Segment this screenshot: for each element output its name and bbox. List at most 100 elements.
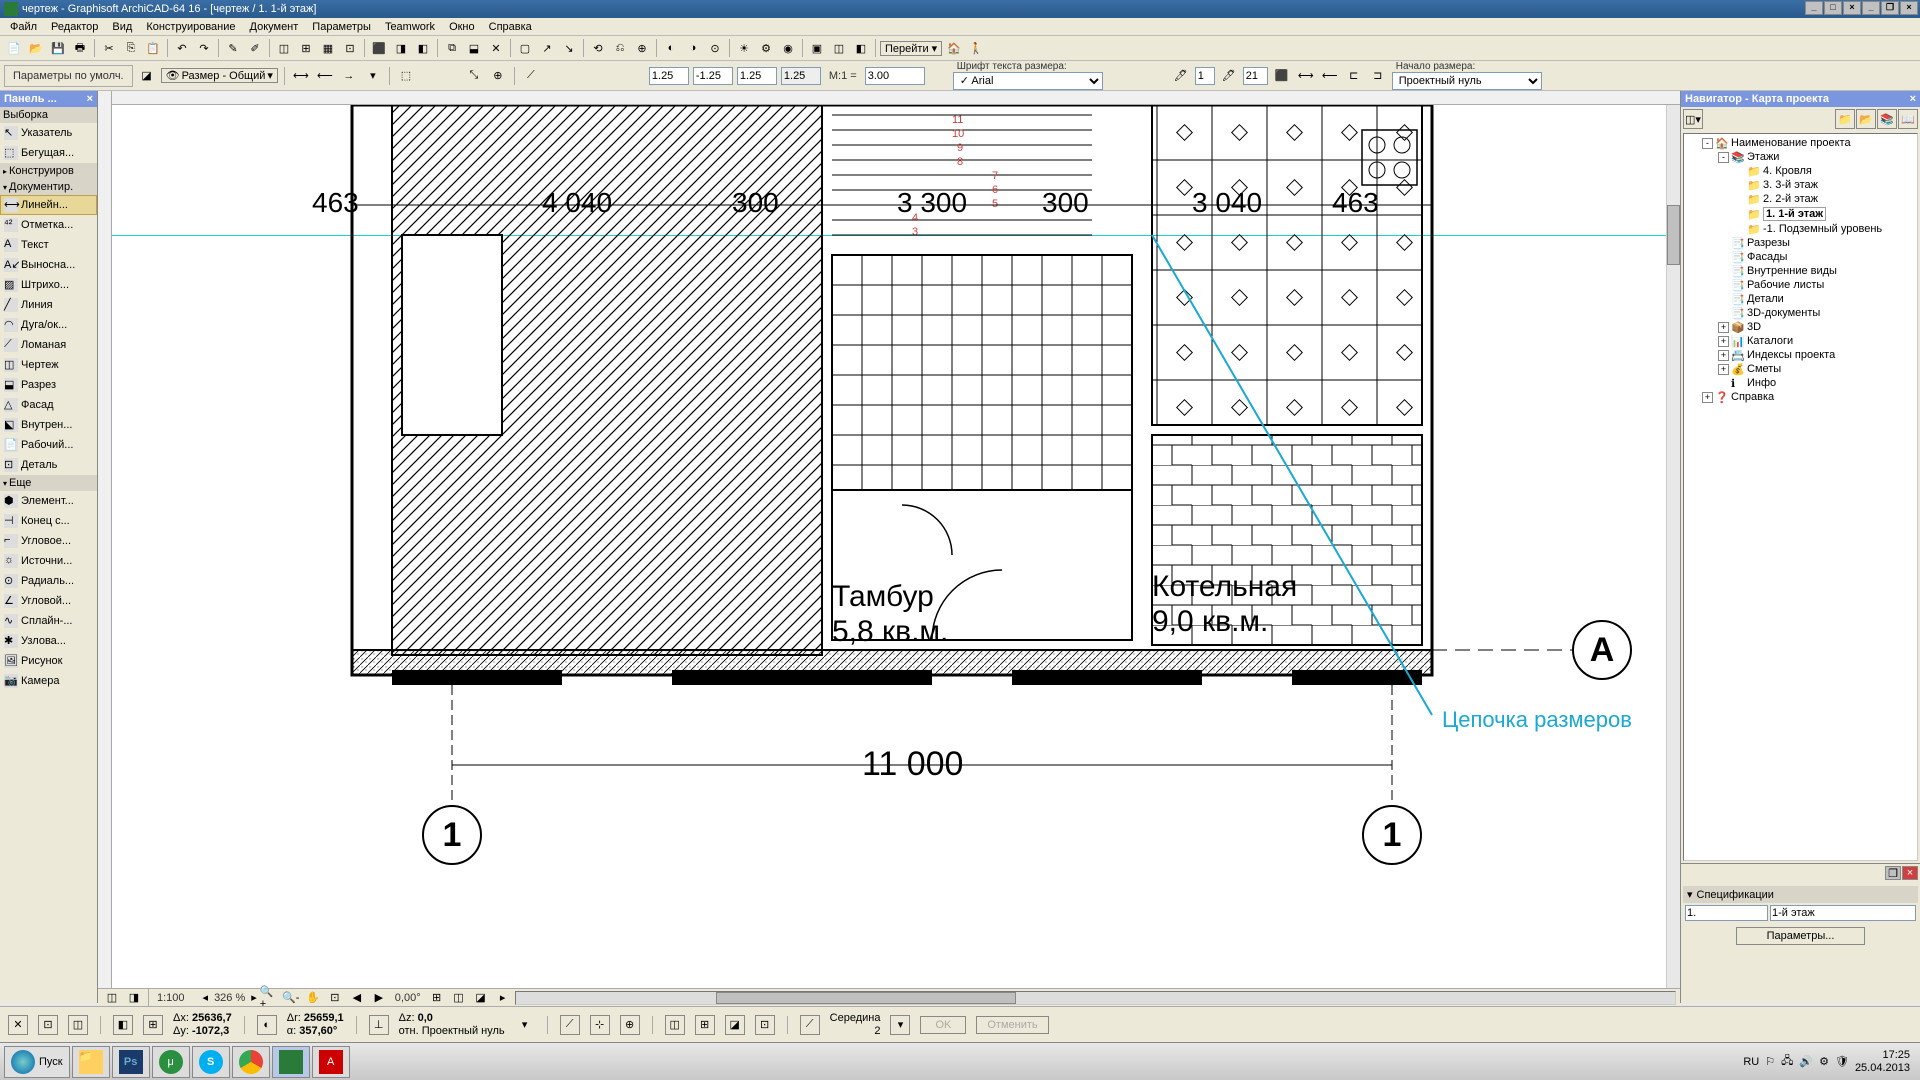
tool-interior[interactable]: ⬕Внутрен... <box>0 415 97 435</box>
tb-btn-13[interactable]: ↘ <box>559 38 579 58</box>
zoom-left-icon[interactable]: ◂ <box>203 991 209 1004</box>
tb-btn-17[interactable]: ◐ <box>661 38 681 58</box>
num-input-2[interactable] <box>693 67 733 85</box>
rb-restore-icon[interactable]: ❐ <box>1885 866 1901 880</box>
tray-icon-5[interactable]: 🛡 <box>1835 1055 1849 1068</box>
tree-interior[interactable]: 📑Внутренние виды <box>1686 264 1915 278</box>
cb-btn-1[interactable]: ✕ <box>8 1015 28 1035</box>
task-utorrent[interactable]: μ <box>152 1046 190 1078</box>
start-button[interactable]: Пуск <box>4 1046 70 1078</box>
tb-btn-25[interactable]: ◧ <box>851 38 871 58</box>
ok-button[interactable]: OK <box>920 1016 966 1034</box>
angle-display[interactable]: 0,00° <box>391 992 425 1004</box>
snap-dropdown[interactable]: ▾ <box>890 1015 910 1035</box>
group-more[interactable]: ▾Еще <box>0 475 97 491</box>
tool-marquee[interactable]: ⬚Бегущая... <box>0 143 97 163</box>
task-acrobat[interactable]: A <box>312 1046 350 1078</box>
zoom-in-icon[interactable]: 🔍+ <box>259 988 279 1008</box>
parameters-button[interactable]: Параметры... <box>1736 927 1866 945</box>
dim-btn-6[interactable]: ⤡ <box>464 66 484 86</box>
prev-view-icon[interactable]: ◀ <box>347 988 367 1008</box>
vb-btn-x4[interactable]: ▸ <box>493 988 513 1008</box>
arrow-btn-5[interactable]: ⊐ <box>1368 66 1388 86</box>
task-photoshop[interactable]: Ps <box>112 1046 150 1078</box>
tree-estimates[interactable]: +💰Сметы <box>1686 362 1915 376</box>
close-button[interactable]: × <box>1843 1 1861 15</box>
tree-floor-4[interactable]: 📁4. Кровля <box>1686 164 1915 178</box>
tb-btn-6[interactable]: ◨ <box>391 38 411 58</box>
tool-source[interactable]: ☼Источни... <box>0 551 97 571</box>
tree-3ddocs[interactable]: 📑3D-документы <box>1686 306 1915 320</box>
cb-btn-3[interactable]: ◫ <box>68 1015 88 1035</box>
restore-button[interactable]: ❐ <box>1881 1 1899 15</box>
tb-btn-15[interactable]: ⎌ <box>610 38 630 58</box>
menu-design[interactable]: Конструирование <box>140 20 241 33</box>
tool-drawing[interactable]: ◫Чертеж <box>0 355 97 375</box>
group-document[interactable]: ▾Документир. <box>0 179 97 195</box>
open-button[interactable]: 📂 <box>26 38 46 58</box>
cb-btn-2[interactable]: ⊡ <box>38 1015 58 1035</box>
tb-btn-2[interactable]: ⊞ <box>296 38 316 58</box>
tray-icon-3[interactable]: 🔊 <box>1799 1055 1813 1068</box>
vb-btn-2[interactable]: ◨ <box>124 988 144 1008</box>
tool-end[interactable]: ⊣Конец с... <box>0 511 97 531</box>
group-design[interactable]: ▸Конструиров <box>0 163 97 179</box>
lang-indicator[interactable]: RU <box>1743 1056 1759 1068</box>
panel-close-icon[interactable]: × <box>87 93 93 105</box>
menu-teamwork[interactable]: Teamwork <box>379 20 441 33</box>
close2-button[interactable]: × <box>1900 1 1918 15</box>
tree-worksheets[interactable]: 📑Рабочие листы <box>1686 278 1915 292</box>
tb-btn-7[interactable]: ◧ <box>413 38 433 58</box>
snap-btn-1[interactable]: ⟋ <box>560 1015 580 1035</box>
tool-section[interactable]: ⬓Разрез <box>0 375 97 395</box>
tree-details[interactable]: 📑Детали <box>1686 292 1915 306</box>
tb-btn-16[interactable]: ⊕ <box>632 38 652 58</box>
pen-input-1[interactable] <box>1195 67 1215 85</box>
tree-indexes[interactable]: +📇Индексы проекта <box>1686 348 1915 362</box>
cut-button[interactable]: ✂ <box>99 38 119 58</box>
vb-btn-x3[interactable]: ◪ <box>471 988 491 1008</box>
save-button[interactable]: 💾 <box>48 38 68 58</box>
snap-btn-6[interactable]: ◪ <box>725 1015 745 1035</box>
tb-btn-10[interactable]: ✕ <box>486 38 506 58</box>
tool-angular[interactable]: ∠Угловой... <box>0 591 97 611</box>
menu-options[interactable]: Параметры <box>306 20 377 33</box>
nav-tab-4[interactable]: 📖 <box>1898 109 1918 129</box>
tree-floor-3[interactable]: 📁3. 3-й этаж <box>1686 178 1915 192</box>
tb-btn-9[interactable]: ⬓ <box>464 38 484 58</box>
tb-btn-27[interactable]: 🚶 <box>966 38 986 58</box>
dim-btn-5[interactable]: ⬚ <box>396 66 416 86</box>
menu-help[interactable]: Справка <box>483 20 538 33</box>
print-button[interactable]: 🖶 <box>70 38 90 58</box>
tb-btn-5[interactable]: ⬛ <box>369 38 389 58</box>
snap-btn-3[interactable]: ⊕ <box>620 1015 640 1035</box>
tray-icon-1[interactable]: ⚐ <box>1765 1055 1775 1068</box>
vb-btn-x1[interactable]: ⊞ <box>427 988 447 1008</box>
scrollbar-horizontal[interactable] <box>515 991 1676 1005</box>
tree-help[interactable]: +❓Справка <box>1686 390 1915 404</box>
nav-tab-1[interactable]: 📁 <box>1835 109 1855 129</box>
tree-floors[interactable]: -📚Этажи <box>1686 150 1915 164</box>
fit-icon[interactable]: ⊡ <box>325 988 345 1008</box>
tb-btn-21[interactable]: ⚙ <box>756 38 776 58</box>
menu-view[interactable]: Вид <box>106 20 138 33</box>
redo-button[interactable]: ↷ <box>194 38 214 58</box>
tool-corner[interactable]: ⌐Угловое... <box>0 531 97 551</box>
scrollbar-vertical[interactable] <box>1666 105 1680 1003</box>
dim-btn-2[interactable]: ⟵ <box>315 66 335 86</box>
arrow-btn-1[interactable]: ⬛ <box>1272 66 1292 86</box>
task-skype[interactable]: S <box>192 1046 230 1078</box>
tb-btn-19[interactable]: ⊙ <box>705 38 725 58</box>
pen-btn-1[interactable]: 🖊 <box>1171 66 1191 86</box>
dim-btn-8[interactable]: ⟋ <box>521 66 541 86</box>
tool-figure[interactable]: 🖼Рисунок <box>0 651 97 671</box>
tool-dimension[interactable]: ⟷Линейн... <box>0 195 97 215</box>
tool-arc[interactable]: ◠Дуга/ок... <box>0 315 97 335</box>
tree-3d[interactable]: +📦3D <box>1686 320 1915 334</box>
zoom-display[interactable]: 326 % <box>210 992 249 1004</box>
minimize2-button[interactable]: _ <box>1862 1 1880 15</box>
minimize-button[interactable]: _ <box>1805 1 1823 15</box>
cb-btn-5[interactable]: ⊞ <box>143 1015 163 1035</box>
pen-input-2[interactable] <box>1243 67 1268 85</box>
tree-floor-2[interactable]: 📁2. 2-й этаж <box>1686 192 1915 206</box>
